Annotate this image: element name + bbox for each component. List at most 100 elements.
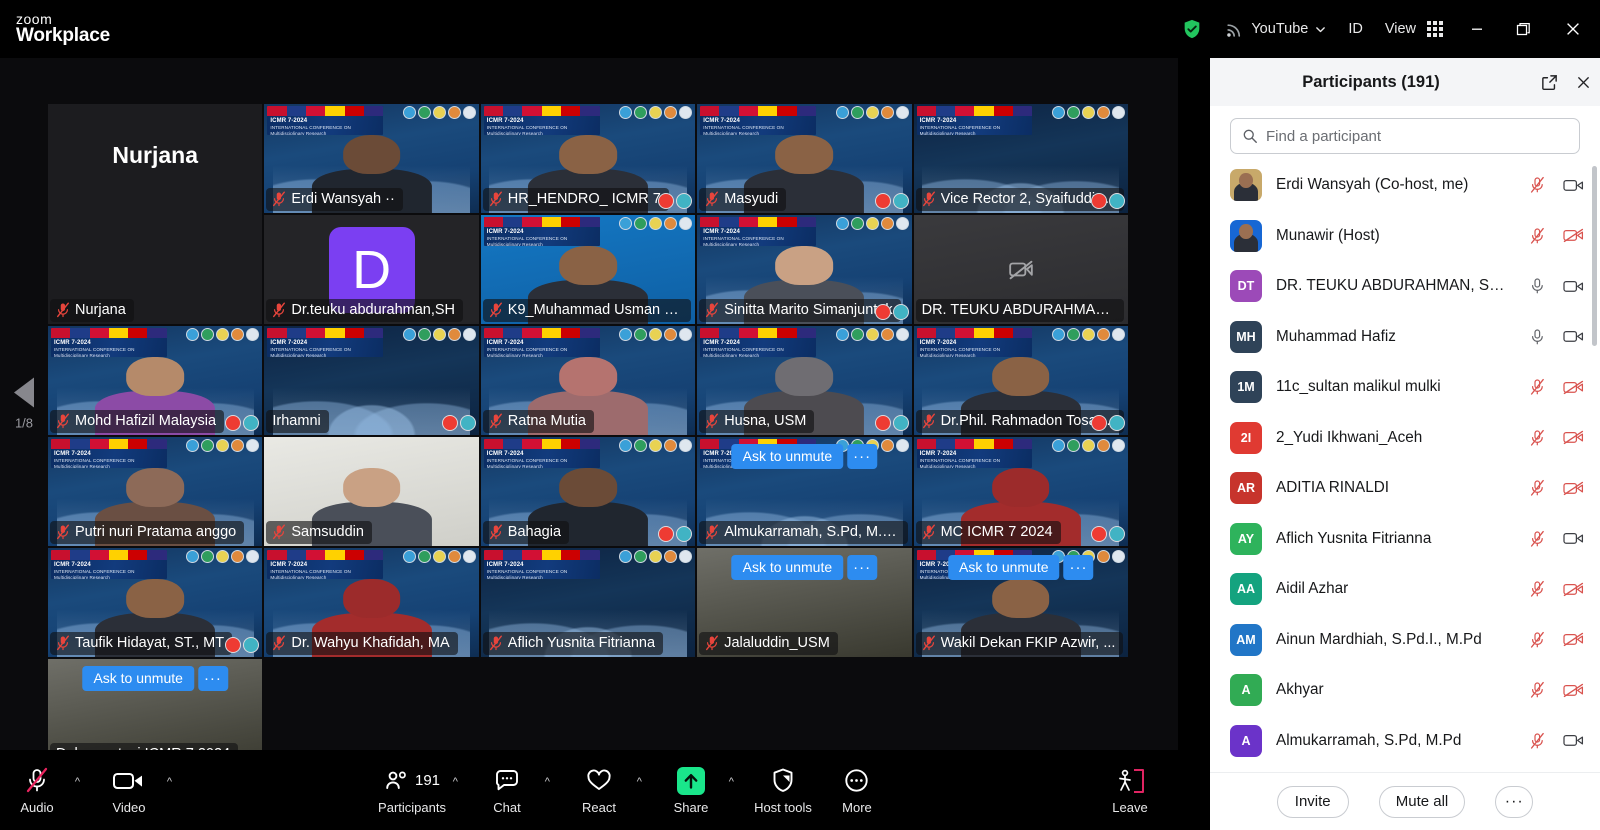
language-button[interactable]: ID — [1337, 0, 1374, 58]
participant-row[interactable]: DT DR. TEUKU ABDURAHMAN, SH.... — [1210, 261, 1600, 312]
video-tile[interactable]: D Dr.teuku abdurahman,SH — [264, 215, 479, 324]
participant-mic-status[interactable] — [1526, 681, 1548, 699]
participant-row[interactable]: A Akhyar — [1210, 665, 1600, 716]
livestream-youtube-button[interactable]: YouTube — [1214, 0, 1337, 58]
video-tile[interactable]: ICMR 7-2024INTERNATIONAL CONFERENCE ONMu… — [480, 437, 696, 546]
video-tile[interactable]: ICMR 7-2024INTERNATIONAL CONFERENCE ONMu… — [480, 104, 696, 213]
participants-scrollbar[interactable] — [1592, 166, 1597, 346]
participant-row[interactable]: AM Ainun Mardhiah, S.Pd.I., M.Pd — [1210, 615, 1600, 666]
participants-more-options-button[interactable]: ··· — [1495, 785, 1534, 818]
participant-row[interactable]: 1M 11c_sultan malikul mulki — [1210, 362, 1600, 413]
participant-mic-status[interactable] — [1526, 277, 1548, 295]
participant-row[interactable]: AR ADITIA RINALDI — [1210, 463, 1600, 514]
chat-options-caret[interactable]: ^ — [545, 776, 550, 788]
invite-button[interactable]: Invite — [1276, 785, 1349, 818]
chat-button[interactable]: Chat ^ — [470, 750, 550, 830]
share-options-caret[interactable]: ^ — [729, 776, 734, 788]
tile-more-options-button[interactable]: ··· — [1063, 555, 1094, 580]
participant-video-status[interactable] — [1562, 178, 1584, 193]
participants-button[interactable]: 191 Participants ^ — [372, 750, 458, 830]
restore-window-button[interactable] — [1500, 0, 1546, 58]
participant-row[interactable]: A Almukarramah, S.Pd, M.Pd — [1210, 716, 1600, 767]
video-tile[interactable]: Ask to unmute ··· Jalaluddin_USM — [697, 548, 912, 657]
leave-meeting-button[interactable]: Leave — [1082, 750, 1178, 830]
participant-video-status[interactable] — [1562, 430, 1584, 445]
video-tile[interactable]: ICMR 7-2024INTERNATIONAL CONFERENCE ONMu… — [264, 548, 479, 657]
participant-mic-status[interactable] — [1526, 227, 1548, 245]
participant-video-status[interactable] — [1562, 228, 1584, 243]
view-button[interactable]: View — [1374, 0, 1454, 58]
mute-all-button[interactable]: Mute all — [1378, 785, 1466, 818]
ask-to-unmute-button[interactable]: Ask to unmute — [82, 666, 194, 691]
participant-mic-status[interactable] — [1526, 580, 1548, 598]
participant-search-box[interactable] — [1230, 118, 1580, 154]
more-options-button[interactable]: More — [820, 750, 894, 830]
close-participants-panel-button[interactable] — [1566, 74, 1600, 91]
participant-mic-status[interactable] — [1526, 378, 1548, 396]
participants-options-caret[interactable]: ^ — [453, 776, 458, 788]
participant-row[interactable]: AA Aidil Azhar — [1210, 564, 1600, 615]
participant-row[interactable]: 2I 2_Yudi Ikhwani_Aceh — [1210, 413, 1600, 464]
video-tile[interactable]: ICMR 7-2024INTERNATIONAL CONFERENCE ONMu… — [48, 437, 263, 546]
participant-mic-status[interactable] — [1526, 530, 1548, 548]
participant-row[interactable]: AY Aflich Yusnita Fitrianna — [1210, 514, 1600, 565]
ask-to-unmute-button[interactable]: Ask to unmute — [948, 555, 1060, 580]
participant-video-status[interactable] — [1562, 380, 1584, 395]
participant-video-status[interactable] — [1562, 531, 1584, 546]
video-tile[interactable]: ICMR 7-2024INTERNATIONAL CONFERENCE ONMu… — [913, 104, 1128, 213]
participant-video-status[interactable] — [1562, 632, 1584, 647]
participant-mic-status[interactable] — [1526, 429, 1548, 447]
participant-mic-status[interactable] — [1526, 328, 1548, 346]
participant-mic-status[interactable] — [1526, 732, 1548, 750]
video-tile[interactable]: ICMR 7-2024INTERNATIONAL CONFERENCE ONMu… — [480, 548, 696, 657]
video-tile[interactable]: ICMR 7-2024INTERNATIONAL CONFERENCE ONMu… — [480, 215, 696, 324]
participant-row[interactable]: Munawir (Host) — [1210, 211, 1600, 262]
react-button[interactable]: React ^ — [562, 750, 642, 830]
video-button[interactable]: Video ^ — [92, 750, 172, 830]
ask-to-unmute-button[interactable]: Ask to unmute — [731, 444, 844, 469]
share-screen-button[interactable]: Share ^ — [654, 750, 734, 830]
audio-options-caret[interactable]: ^ — [75, 776, 80, 788]
encryption-shield-button[interactable] — [1170, 0, 1214, 58]
video-tile[interactable]: ICMR 7-2024INTERNATIONAL CONFERENCE ONMu… — [264, 326, 479, 435]
participant-row[interactable]: Erdi Wansyah (Co-host, me) — [1210, 160, 1600, 211]
participant-video-status[interactable] — [1562, 582, 1584, 597]
tile-more-options-button[interactable]: ··· — [847, 555, 878, 580]
video-tile[interactable]: ICMR 7-2024INTERNATIONAL CONFERENCE ONMu… — [697, 104, 912, 213]
video-tile[interactable]: ICMR 7-2024INTERNATIONAL CONFERENCE ONMu… — [48, 326, 263, 435]
close-window-button[interactable] — [1546, 0, 1600, 58]
host-tools-button[interactable]: Host tools — [746, 750, 820, 830]
participant-video-status[interactable] — [1562, 329, 1584, 344]
tile-more-options-button[interactable]: ··· — [197, 666, 228, 691]
previous-page-button[interactable]: 1/8 — [0, 377, 48, 431]
participants-list[interactable]: Erdi Wansyah (Co-host, me) Munawir (Host… — [1210, 160, 1600, 772]
video-tile[interactable]: ICMR 7-2024INTERNATIONAL CONFERENCE ONMu… — [48, 548, 263, 657]
participant-video-status[interactable] — [1562, 683, 1584, 698]
video-tile[interactable]: ICMR 7-2024INTERNATIONAL CONFERENCE ONMu… — [697, 326, 912, 435]
video-tile[interactable]: ICMR 7-2024INTERNATIONAL CONFERENCE ONMu… — [697, 215, 912, 324]
participant-video-status[interactable] — [1562, 279, 1584, 294]
video-tile[interactable]: ICMR 7-2024INTERNATIONAL CONFERENCE ONMu… — [264, 104, 479, 213]
video-tile[interactable]: ICMR 7-2024INTERNATIONAL CONFERENCE ONMu… — [480, 326, 696, 435]
video-tile[interactable]: ICMR 7-2024INTERNATIONAL CONFERENCE ONMu… — [913, 437, 1128, 546]
video-options-caret[interactable]: ^ — [167, 776, 172, 788]
minimize-window-button[interactable] — [1454, 0, 1500, 58]
video-tile[interactable]: ICMR 7-2024INTERNATIONAL CONFERENCE ONMu… — [913, 326, 1128, 435]
participant-video-status[interactable] — [1562, 733, 1584, 748]
pop-out-panel-button[interactable] — [1532, 73, 1566, 92]
ask-to-unmute-button[interactable]: Ask to unmute — [731, 555, 844, 580]
participant-row[interactable]: MH Muhammad Hafiz — [1210, 312, 1600, 363]
tile-more-options-button[interactable]: ··· — [847, 444, 878, 469]
participant-mic-status[interactable] — [1526, 176, 1548, 194]
search-input[interactable] — [1266, 127, 1568, 145]
video-tile[interactable]: ICMR 7-2024INTERNATIONAL CONFERENCE ONMu… — [697, 437, 912, 546]
participant-mic-status[interactable] — [1526, 479, 1548, 497]
video-tile[interactable]: Samsuddin — [264, 437, 479, 546]
react-options-caret[interactable]: ^ — [637, 776, 642, 788]
participant-video-status[interactable] — [1562, 481, 1584, 496]
video-tile[interactable]: ICMR 7-2024INTERNATIONAL CONFERENCE ONMu… — [913, 548, 1128, 657]
audio-button[interactable]: Audio ^ — [0, 750, 80, 830]
video-tile[interactable]: Nurjana Nurjana — [48, 104, 263, 324]
video-tile[interactable]: DR. TEUKU ABDURAHMAN, S... — [913, 215, 1128, 324]
participant-mic-status[interactable] — [1526, 631, 1548, 649]
